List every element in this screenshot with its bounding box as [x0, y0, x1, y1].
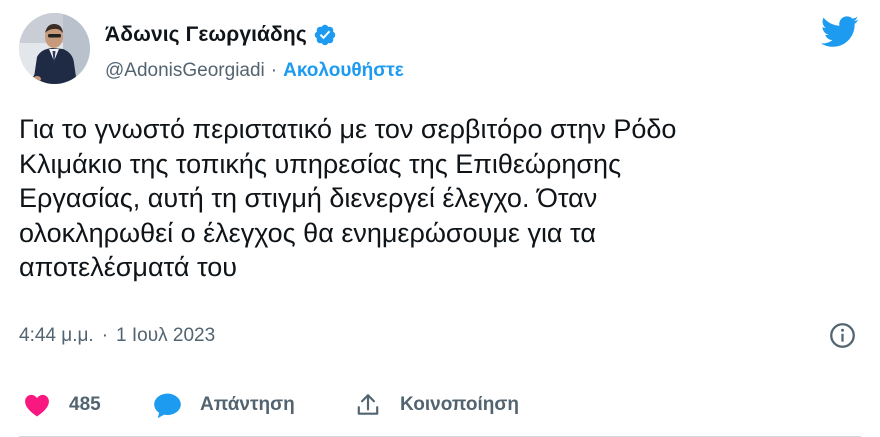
timestamp-separator: · — [101, 325, 109, 346]
verified-badge-icon — [314, 24, 336, 46]
share-button[interactable]: Κοινοποίηση — [355, 385, 519, 425]
reply-button[interactable]: Απάντηση — [153, 385, 295, 425]
avatar-photo — [19, 13, 90, 84]
twitter-bird-icon[interactable] — [821, 16, 859, 48]
author-name-row: Άδωνις Γεωργιάδης — [105, 20, 337, 50]
author-handle[interactable]: @AdonisGeorgiadi — [105, 60, 265, 82]
tweet-card: Άδωνις Γεωργιάδης @AdonisGeorgiadi · Ακο… — [0, 0, 880, 437]
like-button[interactable]: 485 — [24, 385, 101, 425]
handle-separator: · — [270, 60, 278, 81]
heart-icon — [25, 394, 49, 417]
share-upload-icon — [357, 394, 379, 415]
author-handle-row: @AdonisGeorgiadi · Ακολουθήστε — [105, 58, 404, 84]
speech-bubble-icon — [154, 393, 181, 418]
tweet-timestamp[interactable]: 4:44 μ.μ. · 1 Ιουλ 2023 — [19, 321, 215, 351]
follow-button[interactable]: Ακολουθήστε — [283, 60, 404, 82]
tweet-time[interactable]: 4:44 μ.μ. — [19, 325, 94, 347]
avatar[interactable] — [19, 13, 90, 84]
reply-label: Απάντηση — [200, 394, 295, 415]
author-display-name[interactable]: Άδωνις Γεωργιάδης — [105, 23, 307, 47]
tweet-actions: 485 Απάντηση Κοινοποίηση — [0, 385, 880, 425]
share-label: Κοινοποίηση — [400, 394, 519, 415]
tweet-text: Για το γνωστό περιστατικό με τον σερβιτό… — [19, 114, 677, 282]
like-count: 485 — [69, 394, 101, 415]
info-icon[interactable] — [829, 322, 856, 349]
tweet-date[interactable]: 1 Ιουλ 2023 — [116, 325, 215, 347]
